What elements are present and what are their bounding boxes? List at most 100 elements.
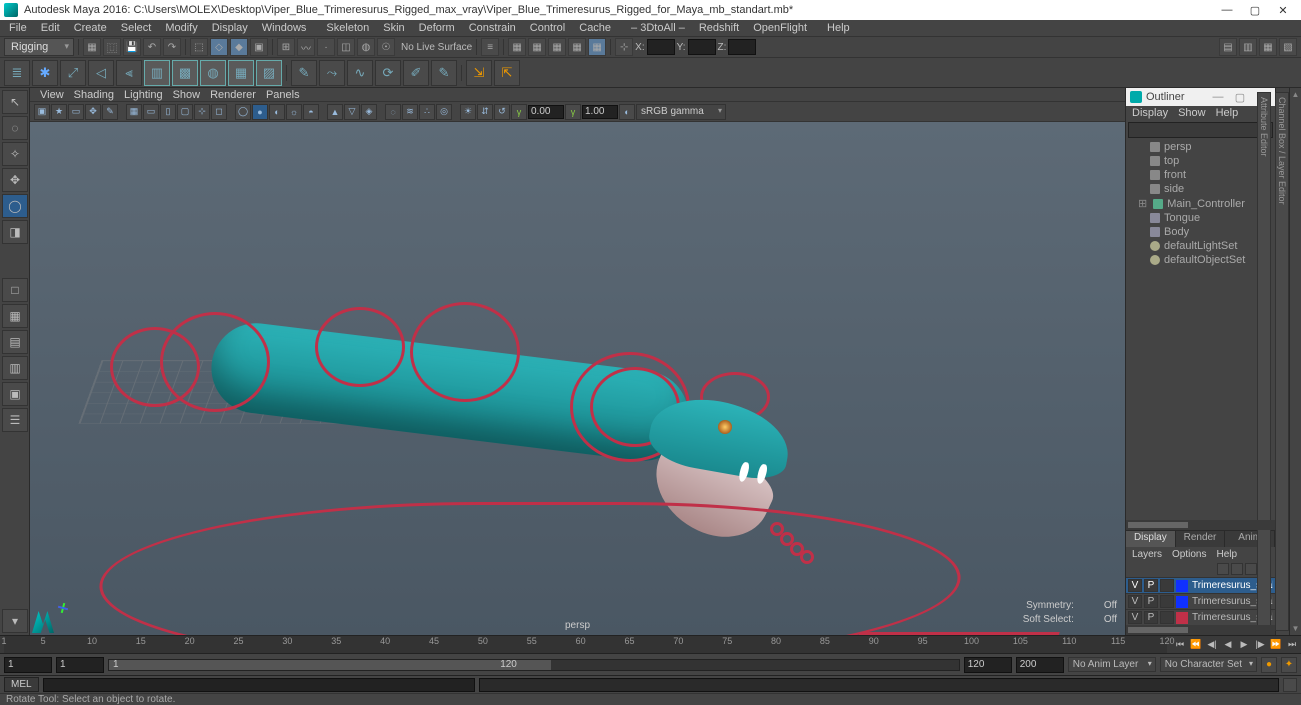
menu-openflight[interactable]: OpenFlight xyxy=(746,21,814,35)
shelf-wrap-icon[interactable]: ⟳ xyxy=(375,60,401,86)
vp-shadows-icon[interactable]: ◓ xyxy=(303,104,319,120)
shelf-ik-spline-icon[interactable]: ◁ xyxy=(88,60,114,86)
shelf-lattice-icon[interactable]: ▩ xyxy=(172,60,198,86)
rig-ring[interactable] xyxy=(410,302,520,402)
vp-gamma-toggle-icon[interactable]: γ xyxy=(511,104,527,120)
shelf-scroll-up-icon[interactable]: ▲ xyxy=(1292,90,1300,99)
rotate-tool-icon[interactable]: ◯ xyxy=(2,194,28,218)
outliner-tree[interactable]: persp top front side Main_Controller Ton… xyxy=(1126,140,1275,520)
select-mode-handle-icon[interactable]: ◇ xyxy=(210,38,228,56)
snap-point-icon[interactable]: · xyxy=(317,38,335,56)
shelf-constraint-point-icon[interactable]: ⇱ xyxy=(494,60,520,86)
vp-expose-toggle-icon[interactable]: ⇵ xyxy=(477,104,493,120)
outliner-hscrollbar[interactable] xyxy=(1126,520,1275,530)
layer-visible-toggle[interactable]: V xyxy=(1128,611,1142,624)
layout-four-icon[interactable]: ▦ xyxy=(2,304,28,328)
layer-type-toggle[interactable] xyxy=(1160,595,1174,608)
layout-two-v-icon[interactable]: ▥ xyxy=(2,356,28,380)
shelf-mirror-joint-icon[interactable]: ▥ xyxy=(144,60,170,86)
step-fwd-key-icon[interactable]: ⏩ xyxy=(1269,638,1283,652)
outliner-maximize-icon[interactable]: ▢ xyxy=(1231,91,1249,104)
undo-icon[interactable]: ↶ xyxy=(143,38,161,56)
vp-dof-icon[interactable]: ◎ xyxy=(436,104,452,120)
layer-visible-toggle[interactable]: V xyxy=(1128,579,1142,592)
vp-expose-reset-icon[interactable]: ↺ xyxy=(494,104,510,120)
command-input[interactable] xyxy=(43,678,475,692)
snap-grid-icon[interactable]: ⊞ xyxy=(277,38,295,56)
maximize-button[interactable]: ▢ xyxy=(1241,1,1269,19)
tab-display[interactable]: Display xyxy=(1126,531,1176,547)
move-tool-icon[interactable]: ✥ xyxy=(2,168,28,192)
rig-ring[interactable] xyxy=(160,312,270,412)
script-editor-icon[interactable] xyxy=(1283,678,1297,692)
layout-two-h-icon[interactable]: ▤ xyxy=(2,330,28,354)
shelf-ik-icon[interactable]: ⤢ xyxy=(60,60,86,86)
menu-redshift[interactable]: Redshift xyxy=(692,21,746,35)
range-end-inner-field[interactable] xyxy=(964,657,1012,673)
sidebar-toggle-3-icon[interactable]: ▦ xyxy=(1259,38,1277,56)
snap-live-icon[interactable]: ◍ xyxy=(357,38,375,56)
vp-ao-icon[interactable]: ◌ xyxy=(385,104,401,120)
vp-menu-view[interactable]: View xyxy=(40,89,64,101)
shelf-constraint-parent-icon[interactable]: ⇲ xyxy=(466,60,492,86)
vp-resolution-gate-icon[interactable]: ▯ xyxy=(160,104,176,120)
shelf-rigid-bind-icon[interactable]: ▨ xyxy=(256,60,282,86)
shelf-orient-joint-icon[interactable]: ⫷ xyxy=(116,60,142,86)
snap-view-icon[interactable]: ☉ xyxy=(377,38,395,56)
vp-use-lights-icon[interactable]: ☼ xyxy=(286,104,302,120)
outliner-filter-field[interactable] xyxy=(1128,122,1273,138)
outliner-node-defaultobjectset[interactable]: defaultObjectSet xyxy=(1126,253,1275,267)
select-mode-object-icon[interactable]: ◆ xyxy=(230,38,248,56)
vp-grease-pencil-icon[interactable]: ✎ xyxy=(102,104,118,120)
menu-edit[interactable]: Edit xyxy=(34,21,67,35)
tab-render[interactable]: Render xyxy=(1176,531,1226,547)
outliner-minimize-icon[interactable]: — xyxy=(1209,91,1227,103)
vp-wireframe-icon[interactable]: ◯ xyxy=(235,104,251,120)
anim-layer-dropdown[interactable]: No Anim Layer xyxy=(1068,657,1156,672)
outliner-menu-display[interactable]: Display xyxy=(1132,107,1168,119)
vp-shaded-icon[interactable]: ● xyxy=(252,104,268,120)
layer-row[interactable]: V P Trimeresurus_snake_co xyxy=(1126,609,1275,625)
rig-path-curve[interactable] xyxy=(80,502,980,635)
rig-main-controller[interactable] xyxy=(840,632,1059,635)
construction-history-icon[interactable]: ≡ xyxy=(481,38,499,56)
sidebar-toggle-4-icon[interactable]: ▧ xyxy=(1279,38,1297,56)
layer-menu-layers[interactable]: Layers xyxy=(1132,549,1162,560)
scale-tool-icon[interactable]: ◨ xyxy=(2,220,28,244)
render-frame-icon[interactable]: ▦ xyxy=(508,38,526,56)
layer-type-toggle[interactable] xyxy=(1160,579,1174,592)
vp-bookmarks-icon[interactable]: ★ xyxy=(51,104,67,120)
play-backwards-icon[interactable]: ◀ xyxy=(1221,638,1235,652)
outliner-node-top[interactable]: top xyxy=(1126,154,1275,168)
prefs-icon[interactable]: ✦ xyxy=(1281,657,1297,673)
sidebar-toggle-1-icon[interactable]: ▤ xyxy=(1219,38,1237,56)
shelf-scroll-down-icon[interactable]: ▼ xyxy=(1292,624,1300,633)
vp-2d-pan-icon[interactable]: ✥ xyxy=(85,104,101,120)
range-end-outer-field[interactable] xyxy=(1016,657,1064,673)
layer-playback-toggle[interactable]: P xyxy=(1144,579,1158,592)
play-forwards-icon[interactable]: ▶ xyxy=(1237,638,1251,652)
outliner-node-main-controller[interactable]: Main_Controller xyxy=(1126,196,1275,211)
xyz-absolute-icon[interactable]: ⊹ xyxy=(615,38,633,56)
tab-attribute-editor[interactable]: Attribute Editor xyxy=(1257,92,1271,631)
menu-modify[interactable]: Modify xyxy=(158,21,204,35)
menu-select[interactable]: Select xyxy=(114,21,159,35)
shelf-paint-weights-icon[interactable]: ✎ xyxy=(291,60,317,86)
step-back-key-icon[interactable]: ⏪ xyxy=(1189,638,1203,652)
module-selector[interactable]: Rigging xyxy=(4,38,74,56)
shelf-blend-shape-icon[interactable]: ∿ xyxy=(347,60,373,86)
outliner-node-front[interactable]: front xyxy=(1126,168,1275,182)
outliner-node-body[interactable]: Body xyxy=(1126,225,1275,239)
vp-safe-action-icon[interactable]: ◻ xyxy=(211,104,227,120)
outliner-menu-help[interactable]: Help xyxy=(1216,107,1239,119)
save-scene-icon[interactable]: 💾 xyxy=(123,38,141,56)
shelf-sculpt-icon[interactable]: ✎ xyxy=(431,60,457,86)
layer-playback-toggle[interactable]: P xyxy=(1144,611,1158,624)
vp-menu-shading[interactable]: Shading xyxy=(74,89,114,101)
outliner-menu-show[interactable]: Show xyxy=(1178,107,1206,119)
vp-aa-icon[interactable]: ∴ xyxy=(419,104,435,120)
snap-plane-icon[interactable]: ◫ xyxy=(337,38,355,56)
shelf-tab-toggle-icon[interactable]: ≣ xyxy=(4,60,30,86)
redo-icon[interactable]: ↷ xyxy=(163,38,181,56)
go-to-end-icon[interactable]: ⏭ xyxy=(1285,638,1299,652)
